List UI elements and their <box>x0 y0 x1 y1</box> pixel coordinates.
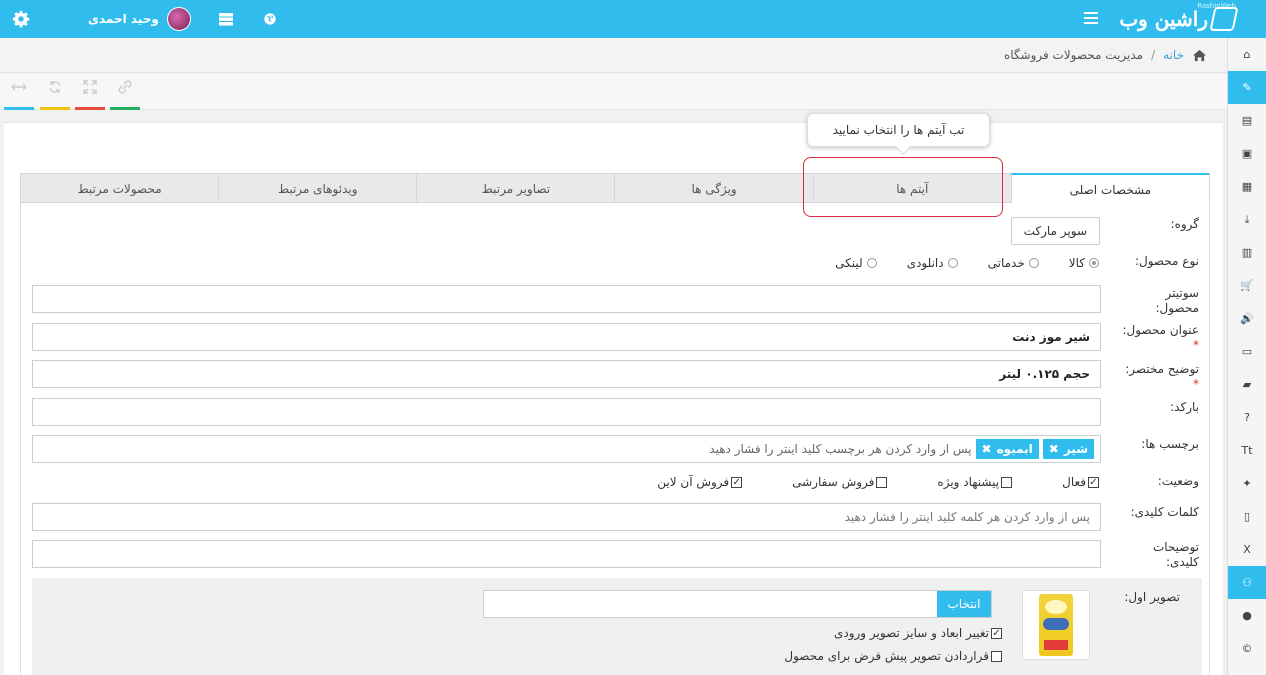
home-icon[interactable]: ⌂ <box>1228 38 1266 71</box>
remove-tag-icon[interactable]: ✖ <box>1049 442 1059 456</box>
link-icon[interactable] <box>110 80 140 110</box>
breadcrumb-home-link[interactable]: خانه <box>1163 48 1184 62</box>
film-icon[interactable]: ▥ <box>1228 236 1266 269</box>
cart-icon[interactable]: 🛒 <box>1228 269 1266 302</box>
tag-chip: ابمیوه ✖ <box>975 439 1039 459</box>
first-image-label: تصویر اول: <box>1124 590 1180 604</box>
monitor-icon[interactable]: ▭ <box>1228 335 1266 368</box>
menu-icon[interactable] <box>1084 12 1098 24</box>
select-image-button[interactable]: انتخاب <box>937 591 991 617</box>
group-label: گروه: <box>1170 217 1199 231</box>
download-icon[interactable]: ⤓ <box>1228 203 1266 236</box>
server-icon[interactable] <box>218 12 234 26</box>
logo[interactable]: RashinWeb راشین وب <box>1119 2 1239 32</box>
barcode-field[interactable] <box>32 398 1101 426</box>
tab-related-products[interactable]: محصولات مرتبط <box>21 174 218 203</box>
key-desc-label: توضیحات کلیدی: <box>1152 540 1199 569</box>
tab-highlight-annotation <box>803 157 1003 217</box>
tag-chip: شیر ✖ <box>1042 439 1094 459</box>
logo-text: راشین وب <box>1119 7 1208 31</box>
tab-bar: مشخصات اصلی آیتم ها ویژگی ها تصاویر مرتب… <box>20 173 1210 204</box>
file-blank-icon[interactable]: ▯ <box>1228 500 1266 533</box>
short-desc-field[interactable]: حجم ۰.۱۲۵ لیتر <box>32 360 1101 388</box>
checkbox-active[interactable]: ✓ فعال <box>1062 475 1099 489</box>
title-field[interactable]: شیر موز دنت <box>32 323 1101 351</box>
excel-icon[interactable]: X <box>1228 533 1266 566</box>
checkbox-custom-sale[interactable]: فروش سفارشی <box>792 475 888 489</box>
pencil-icon[interactable]: ✎ <box>1228 71 1266 104</box>
tab-main-specs[interactable]: مشخصات اصلی <box>1010 173 1209 204</box>
desc-label: توضیح مختصر: * <box>1125 362 1199 391</box>
remove-tag-icon[interactable]: ✖ <box>982 442 992 456</box>
title-label: عنوان محصول: * <box>1122 323 1199 352</box>
newspaper-icon[interactable]: ▤ <box>1228 104 1266 137</box>
product-thumbnail[interactable] <box>1022 590 1090 660</box>
product-type-radios: کالا خدماتی دانلودی لینکی <box>835 256 1099 270</box>
tags-input[interactable]: شیر ✖ ابمیوه ✖ پس از وارد کردن هر برچسب کل… <box>32 435 1101 463</box>
resize-icon[interactable] <box>4 80 34 110</box>
refresh-icon[interactable] <box>40 80 70 110</box>
user-icon[interactable]: ● <box>1228 599 1266 632</box>
product-form: گروه: سوپر مارکت نوع محصول: کالا خدماتی … <box>20 203 1210 675</box>
keywords-field[interactable]: پس از وارد کردن هر کلمه کلید اینتر را فش… <box>32 503 1101 531</box>
checkbox-special-offer[interactable]: پیشنهاد ویژه <box>937 475 1013 489</box>
pin-icon[interactable]: ✦ <box>1228 467 1266 500</box>
expand-icon[interactable] <box>75 80 105 110</box>
type-label: نوع محصول: <box>1134 254 1199 268</box>
checkbox-online-sale[interactable]: ✓ فروش آن لاین <box>657 475 743 489</box>
subtitle-label: سوتیتر محصول: <box>1155 286 1199 315</box>
tags-label: برچسب ها: <box>1141 437 1199 451</box>
user-name: وحید احمدی <box>88 12 159 26</box>
right-sidebar: ⌂✎▤▣▦⤓▥🛒🔊▭▰?Tt✦▯X⚇●©⚉ <box>1227 38 1266 675</box>
logo-mark-icon <box>1209 7 1239 31</box>
breadcrumb: خانه / مدیریت محصولات فروشگاه <box>0 38 1227 73</box>
radio-goods[interactable]: کالا <box>1069 256 1099 270</box>
app-window: RashinWeb راشین وب وحید احمدی خانه / مدی… <box>0 0 1266 675</box>
product-image <box>1039 594 1073 656</box>
question-icon[interactable]: ? <box>1228 401 1266 434</box>
status-checkboxes: ✓ فعال پیشنهاد ویژه فروش سفارشی ✓ فروش آن … <box>657 475 1099 489</box>
book-icon[interactable]: ▰ <box>1228 368 1266 401</box>
panel-toolstrip <box>0 74 1227 110</box>
gear-icon[interactable] <box>12 10 30 28</box>
image-file-input[interactable]: انتخاب <box>483 590 992 618</box>
keywords-label: کلمات کلیدی: <box>1130 505 1199 519</box>
radio-service[interactable]: خدماتی <box>988 256 1039 270</box>
text-size-icon[interactable]: Tt <box>1228 434 1266 467</box>
user-plus-icon[interactable]: ⚉ <box>1228 665 1266 675</box>
volume-icon[interactable]: 🔊 <box>1228 302 1266 335</box>
tab-related-videos[interactable]: ویدئوهای مرتبط <box>218 174 416 203</box>
top-bar: RashinWeb راشین وب وحید احمدی <box>0 0 1266 38</box>
breadcrumb-current: مدیریت محصولات فروشگاه <box>1003 48 1144 62</box>
copyright-icon[interactable]: © <box>1228 632 1266 665</box>
home-icon[interactable] <box>1192 49 1207 62</box>
file-icon[interactable]: ▦ <box>1228 170 1266 203</box>
radio-download[interactable]: دانلودی <box>907 256 958 270</box>
tab-features[interactable]: ویژگی ها <box>614 174 812 203</box>
key-desc-field[interactable] <box>32 540 1101 568</box>
checkbox-default-image[interactable]: قراردادن تصویر پیش فرض برای محصول <box>784 649 1002 663</box>
subtitle-field[interactable] <box>32 285 1101 313</box>
globe-icon[interactable] <box>262 12 278 26</box>
group-select-button[interactable]: سوپر مارکت <box>1010 217 1100 245</box>
status-label: وضعیت: <box>1157 474 1199 488</box>
tooltip: تب آیتم ها را انتخاب نمایید <box>807 113 990 147</box>
image-icon[interactable]: ▣ <box>1228 137 1266 170</box>
image-section: تصویر اول: انتخاب ✓ تغییر ابعاد و سایز تص… <box>32 578 1202 675</box>
avatar <box>166 7 191 31</box>
tab-related-images[interactable]: تصاویر مرتبط <box>416 174 614 203</box>
user-menu[interactable]: وحید احمدی <box>88 7 191 31</box>
users-icon[interactable]: ⚇ <box>1228 566 1266 599</box>
barcode-label: بارکد: <box>1170 400 1199 414</box>
checkbox-resize-image[interactable]: ✓ تغییر ابعاد و سایز تصویر ورودی <box>834 626 1002 640</box>
radio-link[interactable]: لینکی <box>835 256 877 270</box>
tags-placeholder: پس از وارد کردن هر برچسب کلید اینتر را ف… <box>709 442 972 456</box>
breadcrumb-separator: / <box>1151 48 1156 62</box>
